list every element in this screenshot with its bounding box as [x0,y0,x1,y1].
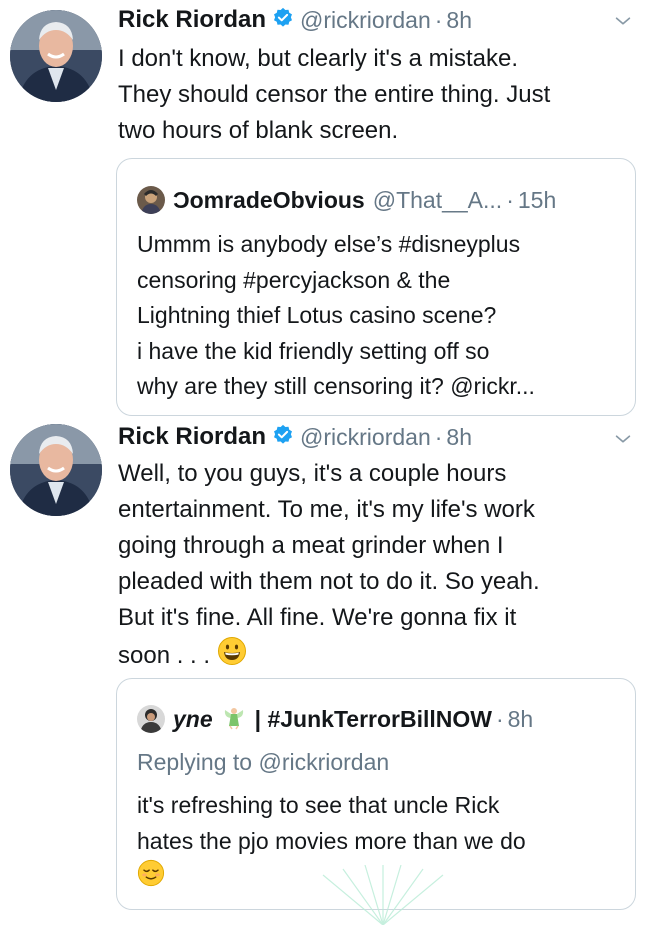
tweet-text-line: Well, to you guys, it's a couple hours [118,460,507,487]
tweet-header: Rick Riordan @rickriordan · 8h [118,420,472,454]
timestamp[interactable]: 8h [446,7,472,34]
quoted-text-line: it's refreshing to see that uncle Rick [137,792,500,818]
author-name[interactable]: Rick Riordan [118,6,266,34]
profile-photo-icon [10,424,102,516]
separator-dot: · [434,423,443,450]
quoted-tweet[interactable]: ƆomradeObvious @That__A... · 15h Ummm is… [116,158,636,416]
timestamp[interactable]: 8h [446,424,472,451]
quoted-avatar[interactable] [137,705,165,733]
quoted-tweet-header: yne | #JunkTerrorBillNOW · 8h [137,703,533,735]
verified-badge-icon [272,7,294,34]
grinning-face-icon [217,636,247,677]
quoted-text-line: why are they still censoring it? @rickr.… [137,373,535,399]
tweet-text-line: They should censor the entire thing. Jus… [118,81,551,108]
author-name[interactable]: Rick Riordan [118,423,266,451]
chevron-down-icon[interactable] [612,428,634,450]
quoted-author-name-hashtag[interactable]: | #JunkTerrorBillNOW [255,706,492,733]
replying-to-label: Replying to [137,749,253,775]
tweet-text-line: going through a meat grinder when I [118,532,504,559]
tweet-text-line: pleaded with them not to do it. So yeah. [118,568,540,595]
quoted-tweet-text: Ummm is anybody else’s #disneyplus censo… [137,227,627,405]
tweet-text-line-end: soon . . . [118,641,211,669]
quoted-text-line: censoring #percyjackson & the [137,266,451,293]
relieved-face-icon [137,859,165,898]
quoted-avatar[interactable] [137,186,165,214]
profile-photo-icon [10,10,102,102]
verified-badge-icon [272,424,294,451]
replying-to-handle[interactable]: @rickriordan [258,749,389,775]
tweet-header: Rick Riordan @rickriordan · 8h [118,3,472,37]
replying-to: Replying to @rickriordan [137,749,389,776]
quoted-author-handle[interactable]: @That__A... [373,187,502,214]
tweet-text: I don't know, but clearly it's a mistake… [118,41,638,149]
quoted-timestamp[interactable]: 15h [518,187,556,214]
chevron-down-icon[interactable] [612,10,634,32]
quoted-author-name[interactable]: ƆomradeObvious [173,187,365,214]
tweet-text-line: soon . . . [118,636,638,677]
avatar[interactable] [10,10,102,102]
quoted-text-line: Lightning thief Lotus casino scene? [137,302,497,328]
media-preview-glow [322,865,444,925]
fairy-icon [221,704,247,735]
avatar[interactable] [10,424,102,516]
separator-dot: · [495,705,504,732]
quoted-tweet[interactable]: yne | #JunkTerrorBillNOW · 8h Replying t… [116,678,636,925]
tweet-text-line: But it's fine. All fine. We're gonna fix… [118,604,517,631]
quoted-timestamp[interactable]: 8h [508,706,534,733]
author-handle[interactable]: @rickriordan [300,424,431,451]
tweet-text-line: I don't know, but clearly it's a mistake… [118,45,519,72]
author-handle[interactable]: @rickriordan [300,7,431,34]
tweet-text-line: entertainment. To me, it's my life's wor… [118,496,535,523]
separator-dot: · [506,186,514,213]
tweet-text: Well, to you guys, it's a couple hours e… [118,456,638,677]
quoted-author-name[interactable]: yne [173,706,213,733]
quoted-text-line: hates the pjo movies more than we do [137,827,526,854]
separator-dot: · [434,6,443,33]
tweet-text-line: two hours of blank screen. [118,117,399,144]
quoted-text-line: Ummm is anybody else’s #disneyplus [137,231,521,257]
quoted-tweet-header: ƆomradeObvious @That__A... · 15h [137,184,556,216]
quoted-text-line: i have the kid friendly setting off so [137,337,490,364]
